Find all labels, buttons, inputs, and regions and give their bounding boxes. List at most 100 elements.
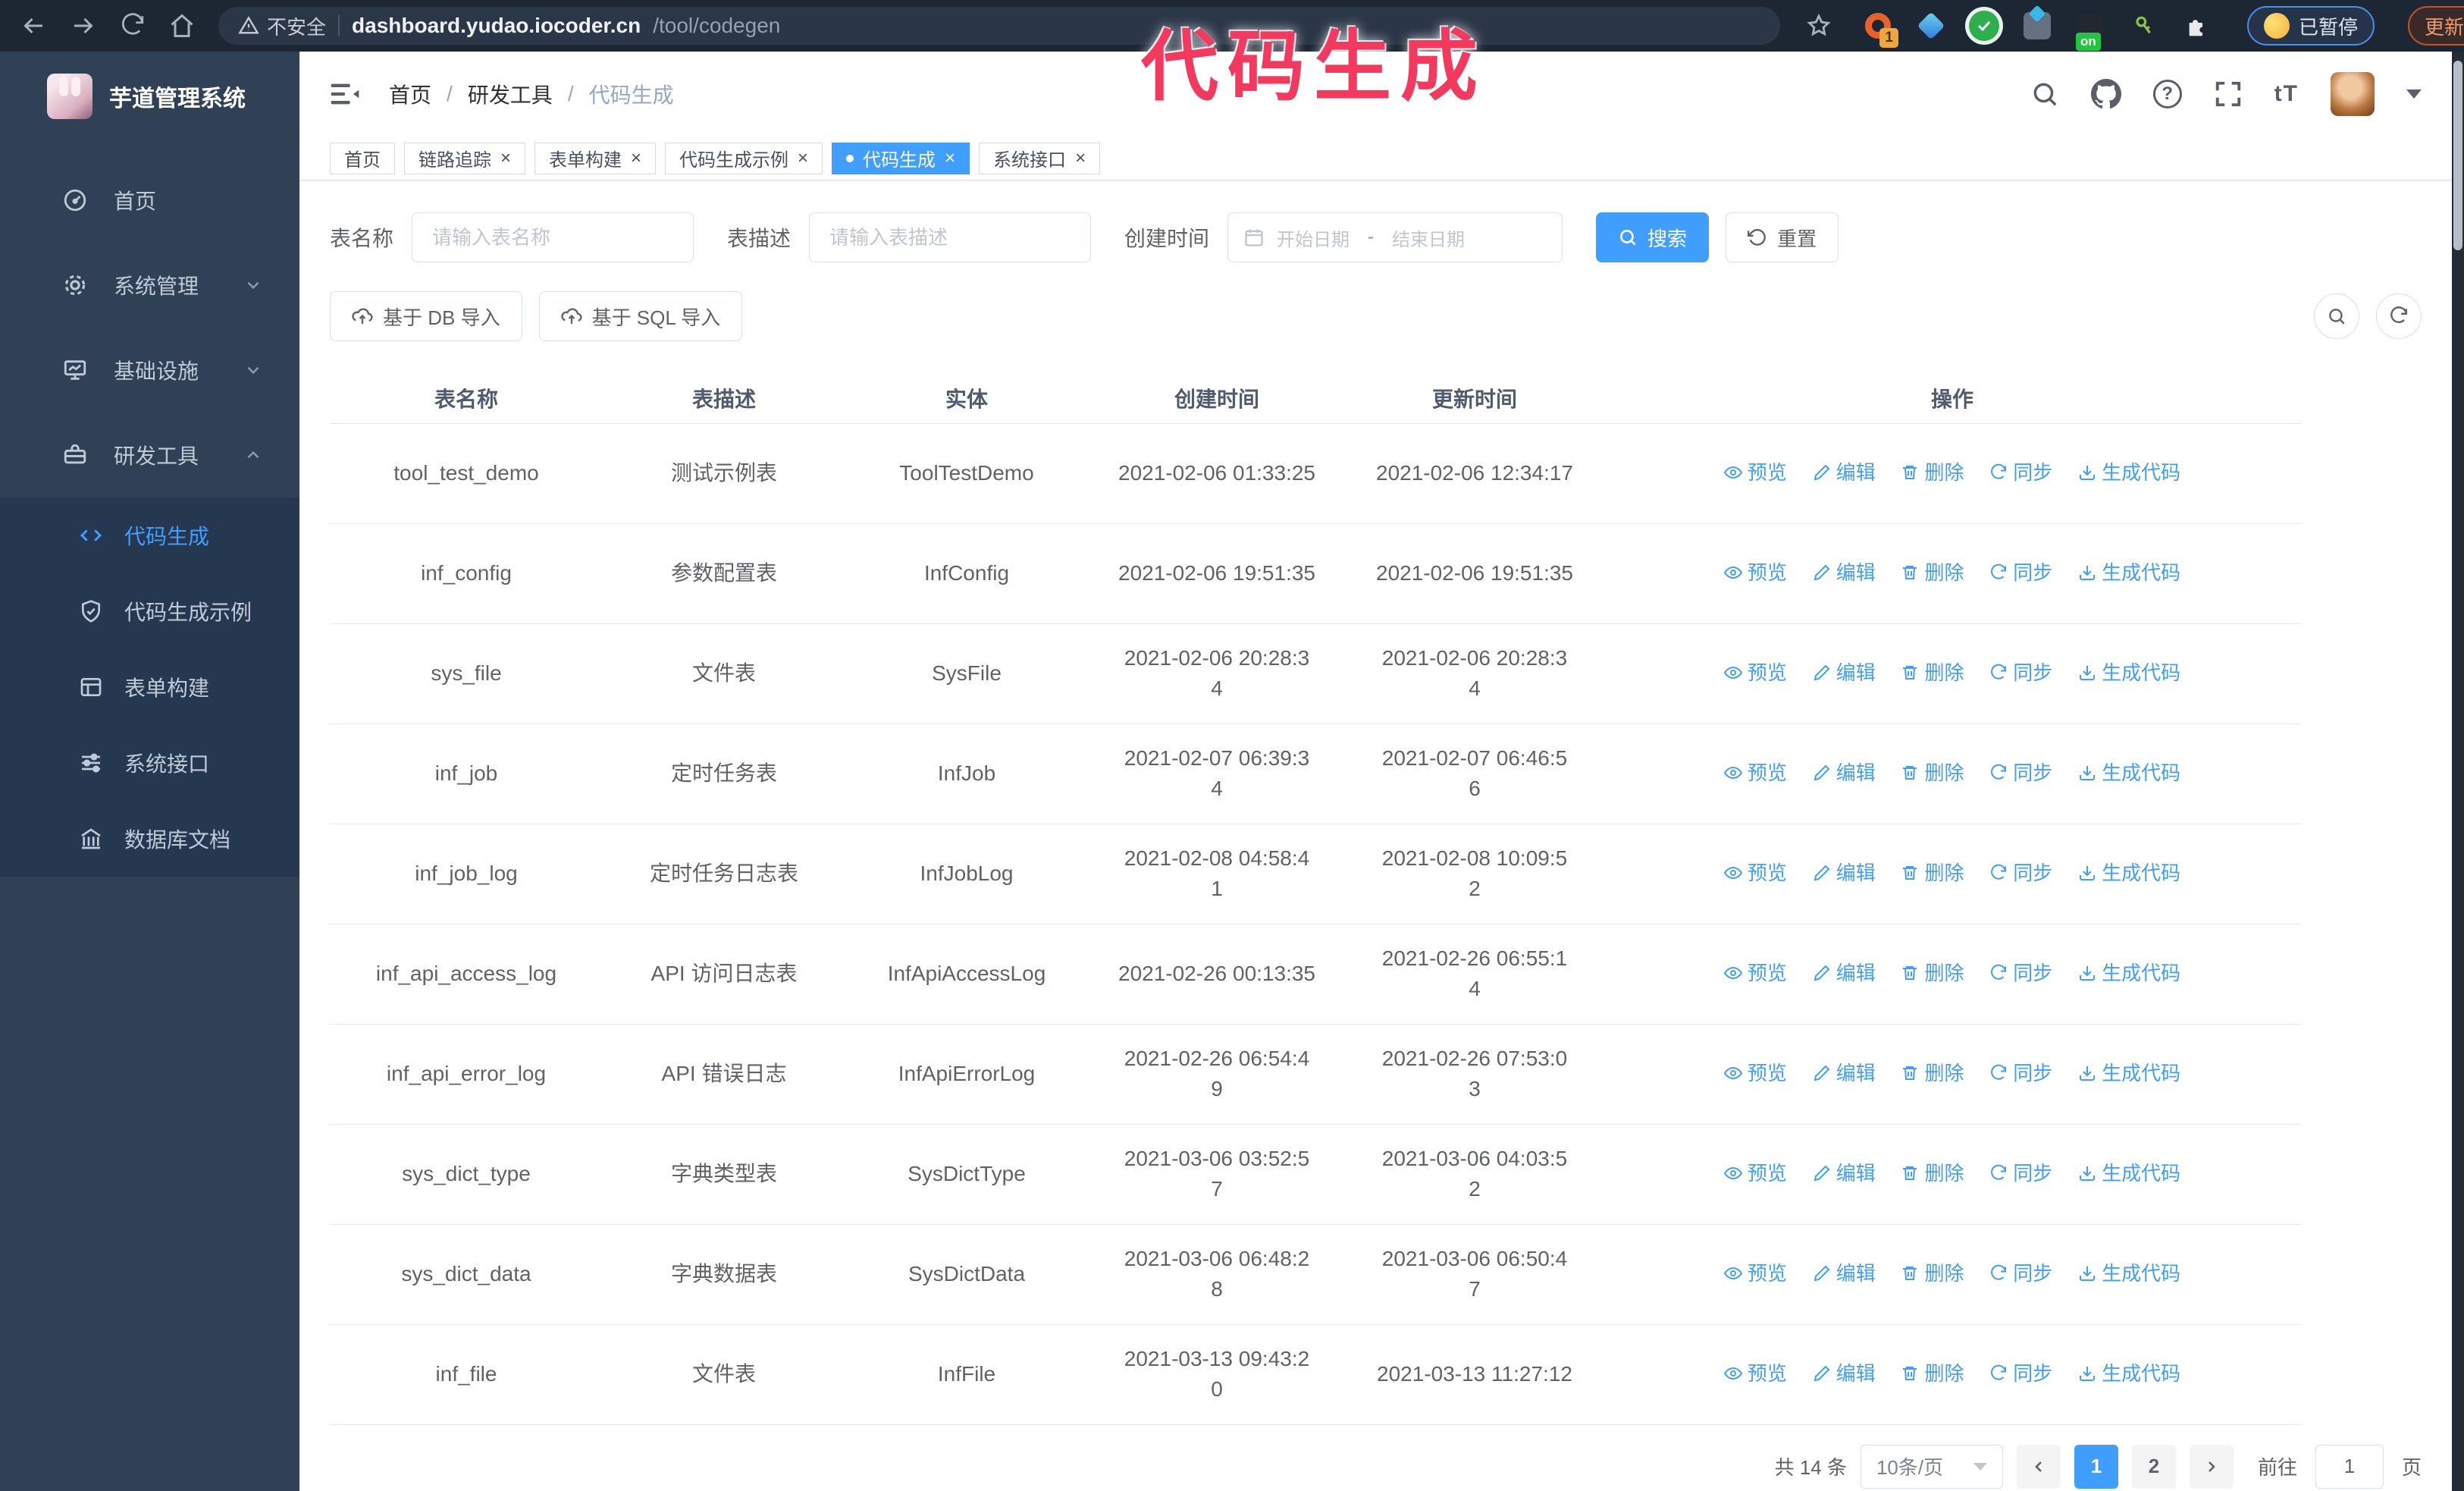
bookmark-star-icon[interactable] — [1806, 13, 1832, 39]
refresh-table-button[interactable] — [2376, 293, 2422, 339]
tab-form-builder[interactable]: 表单构建 × — [534, 142, 657, 174]
next-page-button[interactable] — [2189, 1444, 2234, 1489]
scrollbar-thumb[interactable] — [2453, 61, 2462, 250]
edit-link[interactable]: 编辑 — [1813, 758, 1876, 788]
preview-link[interactable]: 预览 — [1723, 457, 1787, 488]
generate-code-link[interactable]: 生成代码 — [2078, 758, 2180, 788]
extension-icon[interactable] — [2021, 10, 2053, 42]
sidebar-item-infra[interactable]: 基础设施 — [0, 328, 299, 413]
edit-link[interactable]: 编辑 — [1813, 1358, 1876, 1389]
preview-link[interactable]: 预览 — [1723, 758, 1787, 788]
edit-link[interactable]: 编辑 — [1813, 557, 1876, 588]
preview-link[interactable]: 预览 — [1723, 557, 1787, 588]
extension-icon[interactable] — [1968, 10, 2000, 42]
sidebar-item-db-doc[interactable]: 数据库文档 — [0, 801, 299, 877]
extension-icon[interactable] — [2127, 10, 2159, 42]
generate-code-link[interactable]: 生成代码 — [2078, 858, 2180, 888]
sidebar-item-system-api[interactable]: 系统接口 — [0, 725, 299, 801]
preview-link[interactable]: 预览 — [1723, 1358, 1787, 1389]
edit-link[interactable]: 编辑 — [1813, 658, 1876, 688]
page-button-1[interactable]: 1 — [2074, 1444, 2118, 1489]
search-button[interactable]: 搜索 — [1596, 212, 1710, 262]
date-range-picker[interactable]: 开始日期 - 结束日期 — [1227, 212, 1563, 262]
forward-icon[interactable] — [70, 12, 97, 39]
extension-icon[interactable] — [1915, 10, 1947, 42]
browser-profile-chip[interactable]: 已暂停 — [2247, 6, 2375, 46]
generate-code-link[interactable]: 生成代码 — [2078, 1358, 2180, 1389]
page-button-2[interactable]: 2 — [2131, 1444, 2176, 1489]
breadcrumb-home[interactable]: 首页 — [389, 79, 431, 109]
fullscreen-icon[interactable] — [2214, 80, 2243, 108]
edit-link[interactable]: 编辑 — [1813, 1158, 1876, 1188]
edit-link[interactable]: 编辑 — [1813, 858, 1876, 888]
extension-icon[interactable]: 1 — [1862, 10, 1898, 48]
delete-link[interactable]: 删除 — [1901, 1158, 1964, 1188]
delete-link[interactable]: 删除 — [1901, 758, 1964, 788]
close-icon[interactable]: × — [500, 149, 511, 168]
table-desc-input[interactable] — [809, 212, 1092, 262]
delete-link[interactable]: 删除 — [1901, 958, 1964, 988]
github-icon[interactable] — [2090, 79, 2121, 109]
sync-link[interactable]: 同步 — [1989, 1258, 2052, 1289]
delete-link[interactable]: 删除 — [1901, 1358, 1964, 1389]
puzzle-extensions-icon[interactable] — [2180, 10, 2212, 42]
sync-link[interactable]: 同步 — [1989, 658, 2052, 688]
prev-page-button[interactable] — [2016, 1444, 2061, 1489]
delete-link[interactable]: 删除 — [1901, 658, 1964, 688]
sidebar-item-devtools[interactable]: 研发工具 — [0, 413, 299, 498]
tab-system-api[interactable]: 系统接口 × — [979, 142, 1101, 174]
preview-link[interactable]: 预览 — [1723, 1158, 1787, 1188]
sync-link[interactable]: 同步 — [1989, 1358, 2052, 1389]
user-avatar[interactable] — [2331, 72, 2375, 116]
generate-code-link[interactable]: 生成代码 — [2078, 658, 2180, 688]
delete-link[interactable]: 删除 — [1901, 858, 1964, 888]
breadcrumb-devtools[interactable]: 研发工具 — [468, 79, 553, 109]
sync-link[interactable]: 同步 — [1989, 1058, 2052, 1088]
tab-tracing[interactable]: 链路追踪 × — [404, 142, 526, 174]
edit-link[interactable]: 编辑 — [1813, 1058, 1876, 1088]
sync-link[interactable]: 同步 — [1989, 858, 2052, 888]
reload-icon[interactable] — [120, 13, 146, 39]
import-sql-button[interactable]: 基于 SQL 导入 — [538, 291, 743, 341]
sync-link[interactable]: 同步 — [1989, 958, 2052, 988]
sidebar-item-codegen-demo[interactable]: 代码生成示例 — [0, 573, 299, 649]
close-icon[interactable]: × — [945, 149, 955, 168]
close-icon[interactable]: × — [798, 149, 808, 168]
close-icon[interactable]: × — [631, 149, 641, 168]
preview-link[interactable]: 预览 — [1723, 1258, 1787, 1289]
sync-link[interactable]: 同步 — [1989, 557, 2052, 588]
sidebar-item-home[interactable]: 首页 — [0, 158, 299, 243]
chevron-down-icon[interactable] — [2406, 89, 2422, 99]
home-icon[interactable] — [168, 12, 196, 39]
extension-icon[interactable]: on — [2074, 10, 2106, 51]
generate-code-link[interactable]: 生成代码 — [2078, 958, 2180, 988]
preview-link[interactable]: 预览 — [1723, 658, 1787, 688]
back-icon[interactable] — [20, 12, 47, 39]
browser-scrollbar[interactable] — [2452, 52, 2464, 1491]
sidebar-item-codegen[interactable]: 代码生成 — [0, 498, 299, 573]
delete-link[interactable]: 删除 — [1901, 557, 1964, 588]
page-size-select[interactable]: 10条/页 — [1860, 1444, 2003, 1489]
edit-link[interactable]: 编辑 — [1813, 457, 1876, 488]
help-icon[interactable]: ? — [2152, 80, 2182, 108]
delete-link[interactable]: 删除 — [1901, 1058, 1964, 1088]
delete-link[interactable]: 删除 — [1901, 1258, 1964, 1289]
edit-link[interactable]: 编辑 — [1813, 1258, 1876, 1289]
generate-code-link[interactable]: 生成代码 — [2078, 1158, 2180, 1188]
show-search-button[interactable] — [2314, 293, 2359, 339]
app-logo[interactable]: 芋道管理系统 — [0, 52, 299, 141]
goto-page-input[interactable] — [2315, 1444, 2384, 1489]
tab-codegen-demo[interactable]: 代码生成示例 × — [665, 142, 823, 174]
sync-link[interactable]: 同步 — [1989, 457, 2052, 488]
edit-link[interactable]: 编辑 — [1813, 958, 1876, 988]
generate-code-link[interactable]: 生成代码 — [2078, 457, 2180, 488]
tab-home[interactable]: 首页 — [330, 142, 395, 174]
search-icon[interactable] — [2030, 80, 2059, 108]
import-db-button[interactable]: 基于 DB 导入 — [330, 291, 522, 341]
preview-link[interactable]: 预览 — [1723, 958, 1787, 988]
generate-code-link[interactable]: 生成代码 — [2078, 557, 2180, 588]
close-icon[interactable]: × — [1075, 149, 1086, 168]
generate-code-link[interactable]: 生成代码 — [2078, 1258, 2180, 1289]
browser-update-button[interactable]: 更新 — [2408, 6, 2464, 46]
security-warning[interactable]: 不安全 — [238, 12, 326, 40]
